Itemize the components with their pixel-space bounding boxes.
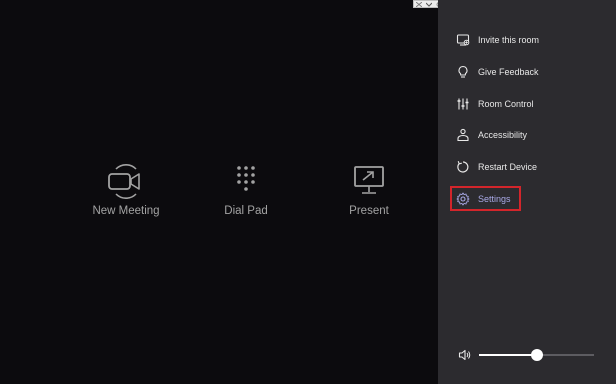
present-screen-icon	[354, 166, 384, 194]
accessibility-icon	[457, 128, 469, 142]
restart-icon	[457, 161, 469, 173]
chevron-down-icon[interactable]	[426, 2, 432, 7]
main-area: New Meeting Dial Pad Present	[0, 0, 438, 384]
new-meeting-label: New Meeting	[92, 205, 160, 217]
present-label: Present	[349, 205, 389, 217]
volume-slider-thumb[interactable]	[531, 349, 543, 361]
menu-item-label: Give Feedback	[478, 67, 539, 77]
menu-item-label: Room Control	[478, 99, 534, 109]
dialpad-icon	[237, 166, 255, 191]
settings-highlight-box	[450, 186, 521, 211]
invite-icon	[456, 34, 470, 46]
lightbulb-icon	[458, 65, 468, 78]
video-camera-icon	[108, 164, 140, 199]
menu-item-label: Restart Device	[478, 162, 538, 172]
volume-slider-fill	[479, 354, 537, 356]
speaker-icon[interactable]	[458, 348, 472, 362]
menu-item-label: Accessibility	[478, 130, 528, 140]
menu-item-give-feedback[interactable]: Give Feedback	[456, 60, 614, 84]
sliders-icon	[457, 98, 469, 110]
present-button[interactable]: Present	[314, 163, 424, 217]
dial-pad-label: Dial Pad	[224, 205, 268, 217]
collapse-icon[interactable]	[416, 1, 422, 7]
dial-pad-button[interactable]: Dial Pad	[191, 163, 301, 217]
menu-item-label: Invite this room	[478, 35, 540, 45]
menu-item-accessibility[interactable]: Accessibility	[456, 123, 614, 147]
menu-item-restart-device[interactable]: Restart Device	[456, 155, 614, 179]
menu-item-room-control[interactable]: Room Control	[456, 92, 614, 116]
menu-item-invite-room[interactable]: Invite this room	[456, 28, 614, 52]
new-meeting-button[interactable]: New Meeting	[71, 163, 181, 217]
